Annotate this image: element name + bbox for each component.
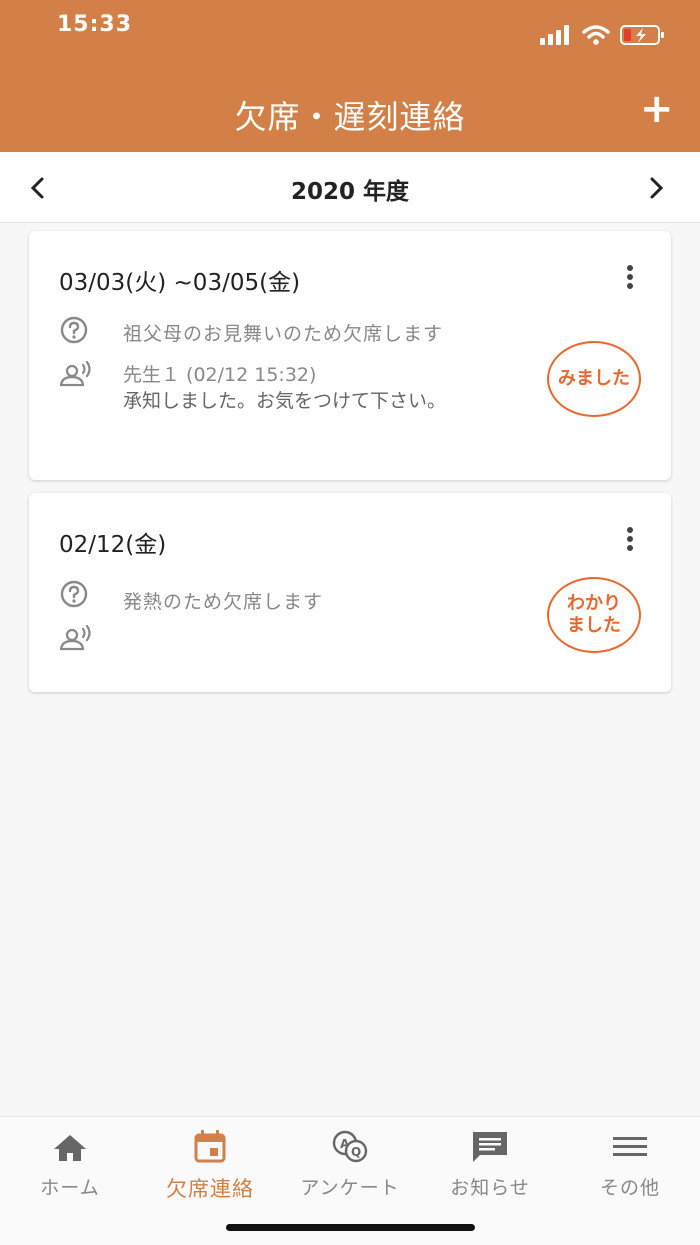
year-label: 2020 年度 (290, 179, 410, 205)
chevron-right-icon[interactable] (644, 174, 668, 202)
absence-card[interactable]: 02/12(金) 発熱のため欠席します わかり ました (29, 493, 671, 692)
stamp-line: ました (567, 615, 621, 636)
question-icon (60, 316, 88, 344)
nav-label: その他 (599, 1177, 660, 1199)
menu-icon (613, 1137, 647, 1156)
message-icon (473, 1132, 507, 1162)
battery-icon (620, 25, 664, 45)
more-menu-icon[interactable] (625, 527, 635, 555)
more-menu-icon[interactable] (625, 265, 635, 293)
nav-label: ホーム (40, 1177, 100, 1199)
nav-label: お知らせ (450, 1177, 530, 1199)
seen-stamp: みました (547, 341, 641, 417)
home-indicator (226, 1224, 475, 1231)
status-time: 15:33 (57, 12, 133, 37)
teacher-reply-icon (59, 361, 91, 387)
nav-label: アンケート (300, 1177, 400, 1199)
absence-card[interactable]: 03/03(火) ~03/05(金) 祖父母のお見舞いのため欠席します 先生１ … (29, 231, 671, 480)
add-button[interactable]: + (640, 89, 674, 129)
nav-label: 欠席連絡 (166, 1177, 254, 1201)
page-title: 欠席・遅刻連絡 (234, 98, 466, 136)
wifi-icon (582, 25, 610, 45)
stamp-line: わかり (567, 593, 621, 614)
nav-item-notices[interactable]: お知らせ (420, 1129, 560, 1209)
nav-item-absence[interactable]: 欠席連絡 (140, 1129, 280, 1209)
card-date: 02/12(金) (59, 532, 167, 558)
app-header: 15:33 欠席・遅刻連絡 + (0, 0, 700, 152)
nav-item-other[interactable]: その他 (560, 1129, 700, 1209)
status-icons (540, 24, 666, 46)
question-icon (60, 580, 88, 608)
calendar-icon (194, 1130, 226, 1163)
teacher-reply-icon (59, 625, 91, 651)
signal-icon (540, 25, 569, 45)
absence-reason: 発熱のため欠席します (123, 591, 324, 613)
home-icon (54, 1135, 86, 1161)
card-date: 03/03(火) ~03/05(金) (59, 270, 301, 296)
absence-reason: 祖父母のお見舞いのため欠席します (123, 323, 444, 345)
nav-item-home[interactable]: ホーム (0, 1129, 140, 1209)
teacher-reply: 先生１ (02/12 15:32) 承知しました。お気をつけて下さい。 (123, 362, 493, 414)
acknowledged-stamp: わかり ました (547, 577, 641, 653)
year-selector: 2020 年度 (0, 152, 700, 223)
svg-text:Q: Q (351, 1145, 361, 1159)
reply-meta: 先生１ (02/12 15:32) (123, 364, 317, 386)
nav-item-survey[interactable]: A Q アンケート (280, 1129, 420, 1209)
survey-icon: A Q (332, 1130, 368, 1163)
reply-text: 承知しました。お気をつけて下さい。 (123, 390, 447, 412)
